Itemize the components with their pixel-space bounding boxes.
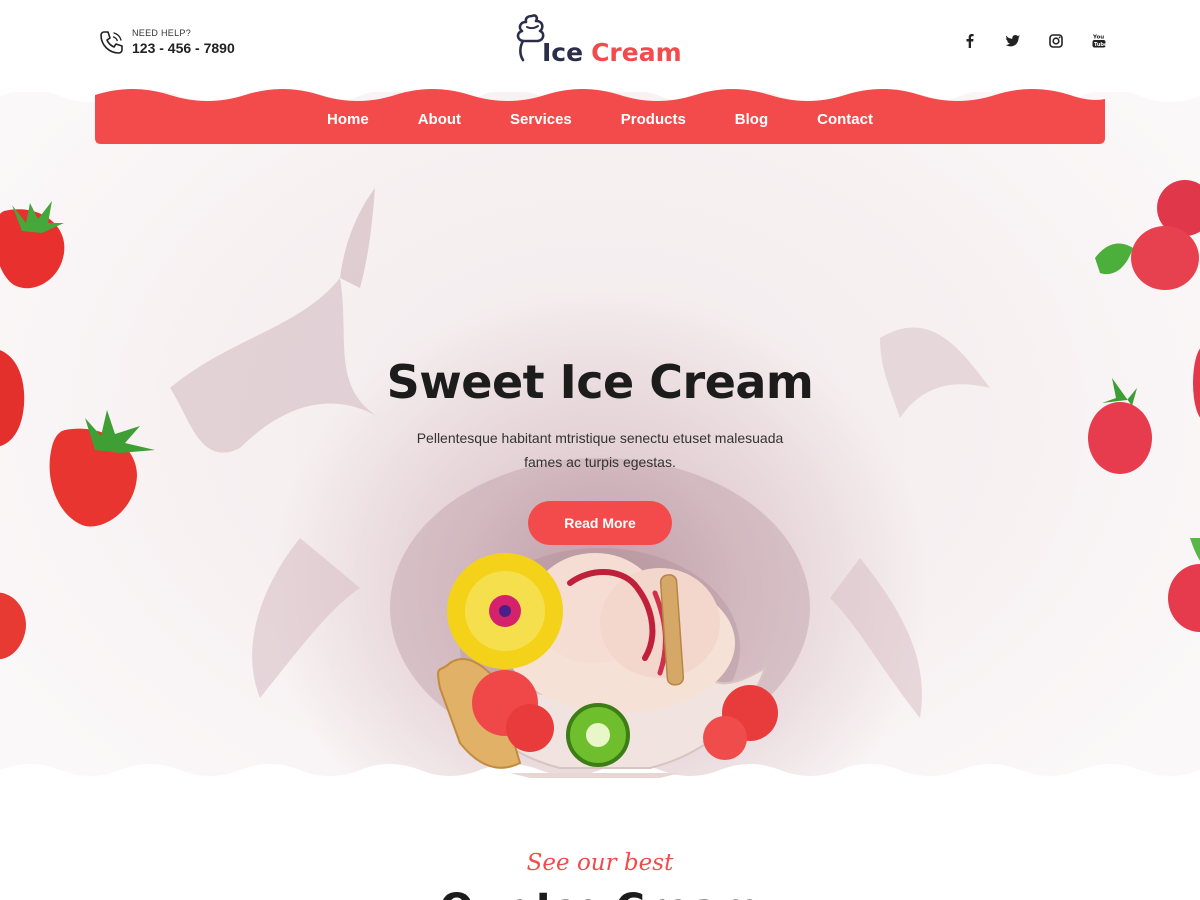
site-logo[interactable]: Ice Cream [514, 6, 682, 70]
facebook-icon[interactable] [962, 33, 977, 48]
instagram-icon[interactable] [1048, 33, 1063, 48]
nav-item-home[interactable]: Home [327, 111, 369, 128]
hero-description: Pellentesque habitant mtristique senectu… [416, 430, 784, 470]
hero-title: Sweet Ice Cream [386, 355, 814, 409]
nav-item-contact[interactable]: Contact [817, 111, 873, 128]
site-header: NEED HELP? 123 - 456 - 7890 Ice Cream Yo… [0, 0, 1200, 92]
section-kicker: See our best [526, 850, 674, 876]
logo-word-cream: Cream [591, 38, 682, 67]
read-more-button[interactable]: Read More [528, 501, 672, 545]
strawberry-image [49, 410, 155, 527]
logo-word-ice: Ice [542, 38, 584, 67]
section-title: Our Ice Cream [0, 886, 1200, 900]
nav-item-about[interactable]: About [418, 111, 461, 128]
svg-text:You: You [1092, 35, 1104, 41]
social-links: You Tube [962, 33, 1106, 48]
phone-number[interactable]: 123 - 456 - 7890 [132, 40, 235, 56]
nav-item-products[interactable]: Products [621, 111, 686, 128]
svg-text:Tube: Tube [1094, 42, 1106, 48]
phone-icon [100, 31, 123, 54]
nav-item-blog[interactable]: Blog [735, 111, 768, 128]
twitter-icon[interactable] [1005, 33, 1020, 48]
nav-item-services[interactable]: Services [510, 111, 572, 128]
strawberry-image [0, 201, 65, 289]
help-label: NEED HELP? [132, 28, 192, 38]
raspberry-image [1168, 538, 1200, 632]
help-contact[interactable]: NEED HELP? 123 - 456 - 7890 [98, 28, 235, 56]
main-navigation: Home About Services Products Blog Contac… [95, 89, 1105, 144]
strawberry-image [0, 592, 26, 660]
youtube-icon[interactable]: You Tube [1091, 33, 1106, 48]
raspberry-image [1095, 180, 1200, 290]
hero-section: Sweet Ice Cream Pellentesque habitant mt… [0, 88, 1200, 778]
